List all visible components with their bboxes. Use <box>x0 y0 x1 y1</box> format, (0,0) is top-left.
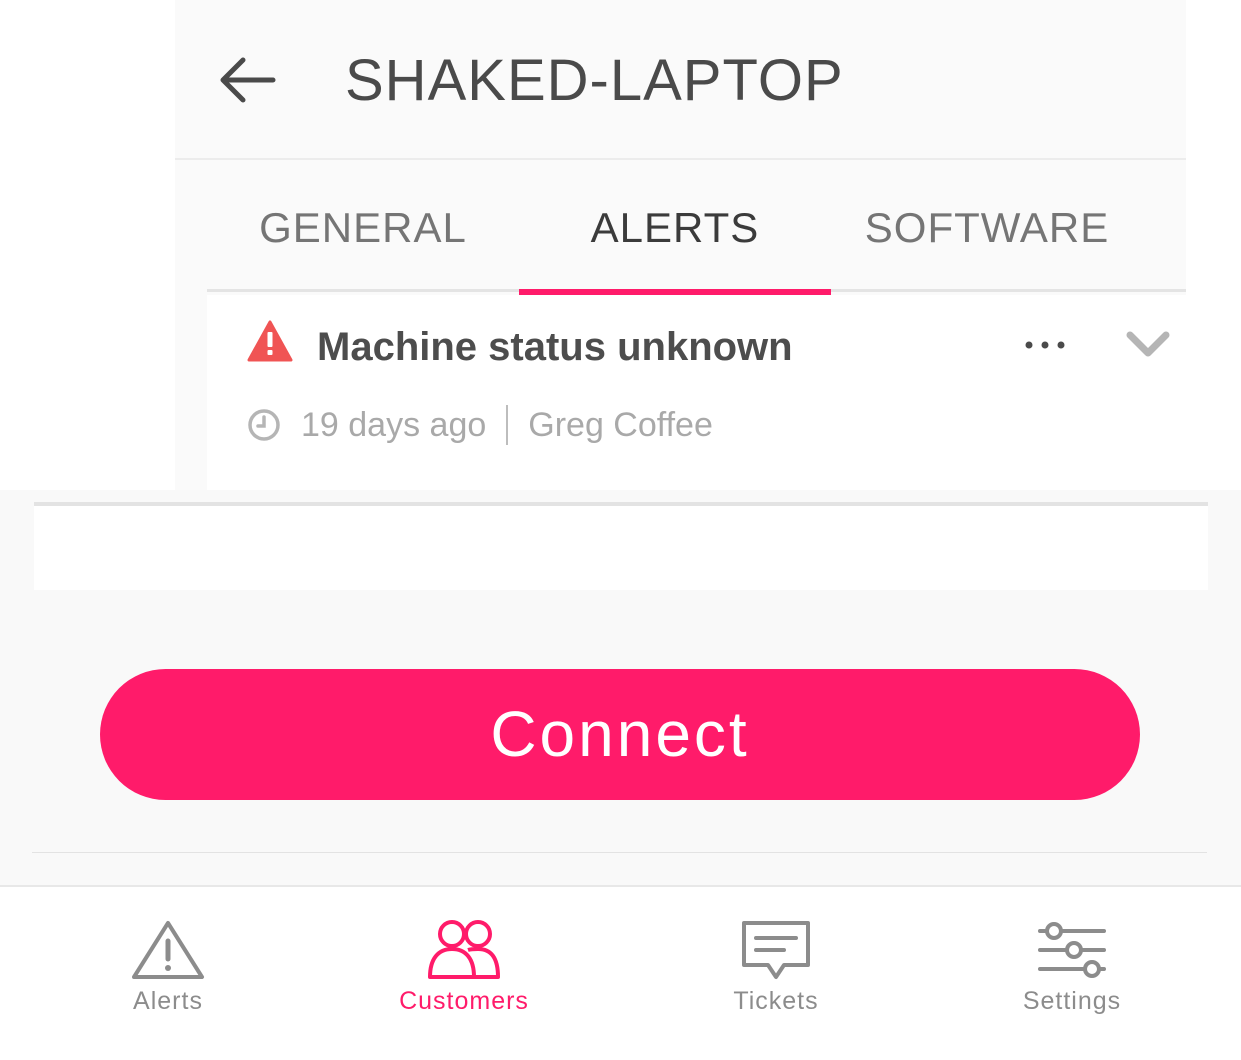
nav-tickets[interactable]: Tickets <box>676 917 876 1037</box>
alert-card[interactable]: Machine status unknown 19 days ago Greg … <box>207 295 1186 490</box>
page-title: SHAKED-LAPTOP <box>345 48 844 113</box>
expand-button[interactable] <box>1125 327 1171 361</box>
more-dots-icon <box>1025 341 1065 349</box>
connect-button[interactable]: Connect <box>100 669 1140 800</box>
action-sheet: Connect <box>0 490 1241 885</box>
arrow-left-icon <box>220 57 276 103</box>
alert-user: Greg Coffee <box>528 405 713 444</box>
users-icon <box>428 920 500 979</box>
tab-alerts[interactable]: ALERTS <box>519 162 831 295</box>
device-detail-panel: SHAKED-LAPTOP GENERAL ALERTS SOFTWARE Ma… <box>175 0 1186 490</box>
alert-time: 19 days ago <box>301 405 487 444</box>
back-button[interactable] <box>215 52 281 108</box>
nav-alerts[interactable]: Alerts <box>68 917 268 1037</box>
nav-settings[interactable]: Settings <box>972 917 1172 1037</box>
nav-label-alerts: Alerts <box>133 987 203 1015</box>
nav-customers[interactable]: Customers <box>364 917 564 1037</box>
alert-meta: 19 days ago Greg Coffee <box>247 399 713 451</box>
divider <box>32 852 1207 853</box>
sliders-icon <box>1038 922 1106 978</box>
message-icon <box>742 921 810 979</box>
tab-general[interactable]: GENERAL <box>207 162 519 292</box>
nav-label-customers: Customers <box>399 987 529 1015</box>
header-bar: SHAKED-LAPTOP <box>175 0 1186 160</box>
more-options-button[interactable] <box>1022 333 1072 357</box>
meta-separator <box>506 405 509 445</box>
warning-icon <box>247 320 293 362</box>
chevron-down-icon <box>1126 331 1170 357</box>
nav-label-settings: Settings <box>1022 987 1122 1015</box>
blank-strip <box>34 502 1208 590</box>
clock-icon <box>248 409 280 441</box>
nav-label-tickets: Tickets <box>733 987 819 1015</box>
tab-bar: GENERAL ALERTS SOFTWARE <box>207 162 1186 295</box>
alert-title: Machine status unknown <box>317 325 793 369</box>
tab-software[interactable]: SOFTWARE <box>831 162 1143 292</box>
alert-triangle-icon <box>132 921 204 979</box>
bottom-nav: Alerts Customers Tickets Settings <box>0 885 1241 1060</box>
